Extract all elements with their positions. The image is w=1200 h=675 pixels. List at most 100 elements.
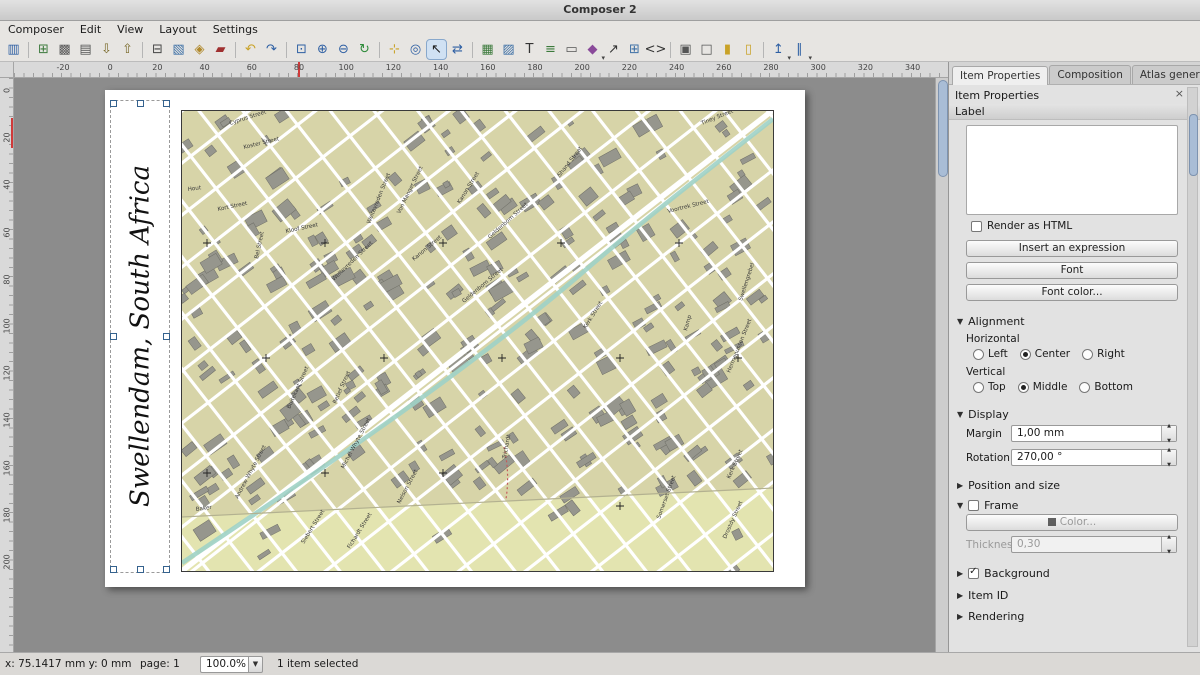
refresh-view-icon[interactable]: ↻	[355, 40, 374, 59]
canvas-scrollbar-thumb[interactable]	[938, 80, 948, 177]
panel-vertical-scrollbar[interactable]	[1187, 87, 1198, 647]
render-as-html-checkbox[interactable]	[971, 221, 982, 232]
radio-button-icon[interactable]	[1020, 349, 1031, 360]
radio-top[interactable]: Top	[973, 381, 1006, 393]
radio-bottom[interactable]: Bottom	[1079, 381, 1133, 393]
menu-view[interactable]: View	[109, 23, 151, 36]
radio-button-icon[interactable]	[1018, 382, 1029, 393]
close-icon[interactable]: ×	[1175, 87, 1184, 100]
radio-button-icon[interactable]	[1079, 382, 1090, 393]
toolbar-separator	[142, 42, 143, 58]
alignment-section-toggle[interactable]: ▼ Alignment	[957, 315, 1025, 328]
menu-layout[interactable]: Layout	[151, 23, 204, 36]
export-as-svg-icon[interactable]: ◈	[190, 40, 209, 59]
menu-settings[interactable]: Settings	[205, 23, 266, 36]
radio-label: Left	[988, 348, 1008, 360]
export-as-image-icon[interactable]: ▧	[169, 40, 188, 59]
ungroup-items-icon[interactable]: □	[697, 40, 716, 59]
save-as-template-icon[interactable]: ⇧	[118, 40, 137, 59]
label-text-area[interactable]	[966, 125, 1178, 215]
ruler-label: 60	[3, 225, 12, 239]
dropdown-arrow-icon[interactable]: ▼	[248, 656, 263, 673]
frame-checkbox[interactable]	[968, 500, 979, 511]
add-new-scalebar-icon[interactable]: ▭	[562, 40, 581, 59]
display-section-toggle[interactable]: ▼ Display	[957, 408, 1009, 421]
radio-button-icon[interactable]	[973, 382, 984, 393]
raise-selected-items-icon[interactable]: ↥▾	[769, 40, 788, 59]
menubar: ComposerEditViewLayoutSettings	[0, 21, 1200, 38]
font-button[interactable]: Font	[966, 262, 1178, 279]
rotation-input[interactable]: 270,00 ° ▲▼	[1011, 449, 1177, 466]
position-size-section-toggle[interactable]: ▶ Position and size	[957, 479, 1060, 492]
item-id-section-toggle[interactable]: ▶ Item ID	[957, 589, 1008, 602]
export-as-pdf-icon[interactable]: ▰	[211, 40, 230, 59]
tab-item-properties[interactable]: Item Properties	[952, 66, 1048, 85]
group-items-icon[interactable]: ▣	[676, 40, 695, 59]
zoom-combo[interactable]: 100.0% ▼	[200, 656, 263, 673]
radio-middle[interactable]: Middle	[1018, 381, 1068, 393]
tab-composition[interactable]: Composition	[1049, 65, 1131, 84]
add-new-label-icon[interactable]: T	[520, 40, 539, 59]
load-from-template-icon[interactable]: ⇩	[97, 40, 116, 59]
font-color-button[interactable]: Font color...	[966, 284, 1178, 301]
spinner-arrows-icon[interactable]: ▲▼	[1161, 450, 1176, 465]
tab-atlas-generation[interactable]: Atlas generation	[1132, 65, 1200, 84]
radio-left[interactable]: Left	[973, 348, 1008, 360]
composer-canvas[interactable]: Swellendam, South Africa Cyprus StreetKo…	[14, 78, 935, 652]
zoom-out-icon[interactable]: ⊖	[334, 40, 353, 59]
statusbar: x: 75.1417 mm y: 0 mm page: 1 100.0% ▼ 1…	[0, 652, 1200, 675]
render-as-html-row[interactable]: Render as HTML	[971, 220, 1072, 232]
add-basic-shape-icon[interactable]: ◆▾	[583, 40, 602, 59]
zoom-in-icon[interactable]: ⊕	[313, 40, 332, 59]
spinner-arrows-icon[interactable]: ▲▼	[1161, 426, 1176, 441]
radio-right[interactable]: Right	[1082, 348, 1125, 360]
ruler-label: 260	[716, 63, 731, 72]
toolbar: ▥⊞▩▤⇩⇧⊟▧◈▰↶↷⊡⊕⊖↻⊹◎↖⇄▦▨T≡▭◆▾↗⊞<>▣□▮▯↥▾∥▾	[0, 38, 1200, 62]
canvas-vertical-scrollbar[interactable]	[935, 78, 948, 652]
horizontal-ruler[interactable]: -200204060801001201401601802002202402602…	[14, 62, 948, 78]
new-composer-icon[interactable]: ⊞	[34, 40, 53, 59]
unlock-all-items-icon[interactable]: ▯	[739, 40, 758, 59]
frame-color-button[interactable]: Color...	[966, 514, 1178, 531]
move-item-content-icon[interactable]: ⇄	[448, 40, 467, 59]
zoom-full-icon[interactable]: ⊡	[292, 40, 311, 59]
map-item[interactable]: Cyprus StreetKoster StreetTiney StreetHo…	[181, 110, 774, 572]
page-indicator: page: 1	[140, 658, 195, 670]
lock-selected-items-icon[interactable]: ▮	[718, 40, 737, 59]
margin-input[interactable]: 1,00 mm ▲▼	[1011, 425, 1177, 442]
align-items-icon[interactable]: ∥▾	[790, 40, 809, 59]
composer-manager-icon[interactable]: ▤	[76, 40, 95, 59]
menu-composer[interactable]: Composer	[0, 23, 72, 36]
thickness-value: 0,30	[1017, 538, 1040, 550]
panel-scrollbar-thumb[interactable]	[1189, 114, 1198, 176]
rendering-section-toggle[interactable]: ▶ Rendering	[957, 610, 1024, 623]
menu-edit[interactable]: Edit	[72, 23, 109, 36]
add-attribute-table-icon[interactable]: ⊞	[625, 40, 644, 59]
duplicate-composer-icon[interactable]: ▩	[55, 40, 74, 59]
chevron-right-icon: ▶	[957, 569, 963, 578]
insert-expression-button[interactable]: Insert an expression	[966, 240, 1178, 257]
add-image-icon[interactable]: ▨	[499, 40, 518, 59]
frame-section-toggle[interactable]: ▼ Frame	[957, 499, 1018, 512]
radio-button-icon[interactable]	[973, 349, 984, 360]
zoom-level-value[interactable]: 100.0%	[200, 656, 248, 673]
vertical-ruler[interactable]: 020406080100120140160180200	[0, 78, 14, 652]
add-new-map-icon[interactable]: ▦	[478, 40, 497, 59]
dropdown-arrow-icon[interactable]: ▾	[808, 54, 812, 62]
add-new-legend-icon[interactable]: ≡	[541, 40, 560, 59]
zoom-tool-icon[interactable]: ◎	[406, 40, 425, 59]
save-project-icon[interactable]: ▥	[4, 40, 23, 59]
background-checkbox[interactable]	[968, 568, 979, 579]
composition-page[interactable]: Swellendam, South Africa Cyprus StreetKo…	[105, 90, 805, 587]
add-html-frame-icon[interactable]: <>	[646, 40, 665, 59]
pan-icon[interactable]: ⊹	[385, 40, 404, 59]
radio-center[interactable]: Center	[1020, 348, 1070, 360]
select-move-item-icon[interactable]: ↖	[427, 40, 446, 59]
thickness-input[interactable]: 0,30 ▲▼	[1011, 536, 1177, 553]
undo-icon[interactable]: ↶	[241, 40, 260, 59]
background-section-toggle[interactable]: ▶ Background	[957, 567, 1050, 580]
print-icon[interactable]: ⊟	[148, 40, 167, 59]
redo-icon[interactable]: ↷	[262, 40, 281, 59]
add-arrow-icon[interactable]: ↗	[604, 40, 623, 59]
radio-button-icon[interactable]	[1082, 349, 1093, 360]
